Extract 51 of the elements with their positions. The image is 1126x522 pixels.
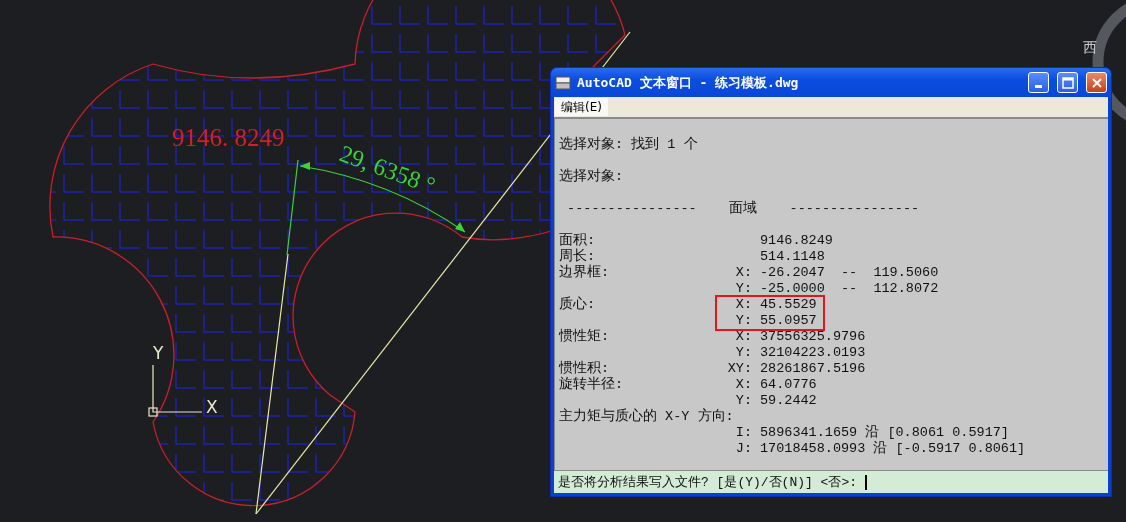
property-label: 周长: — [559, 249, 597, 264]
property-value: 32104223.0193 — [760, 345, 866, 361]
axis-label: I: — [734, 425, 752, 441]
prompt-text: 是否将分析结果写入文件? [是(Y)/否(N)] <否>: — [558, 474, 858, 491]
property-value: 37556325.9796 — [760, 329, 866, 345]
axis-label: Y: — [734, 393, 752, 409]
maximize-icon — [1061, 76, 1074, 89]
axis-label: Y — [153, 343, 164, 363]
axis-label: Y: — [734, 345, 752, 361]
output-line: ---------------- 面域 ---------------- — [566, 201, 920, 217]
property-value: 55.0957 — [760, 313, 817, 329]
property-label: 边界框: — [559, 265, 611, 281]
property-value: -25.0000 -- 112.8072 — [760, 281, 939, 297]
property-label: 面积: — [559, 233, 597, 248]
property-label: 惯性积: — [559, 361, 611, 376]
minimize-button[interactable] — [1028, 72, 1049, 93]
output-line: 选择对象: 找到 1 个 — [559, 137, 698, 153]
axis-label: Y: — [734, 313, 752, 329]
maximize-button[interactable] — [1057, 72, 1078, 93]
property-value: 59.2442 — [760, 393, 817, 409]
axis-label: X: — [734, 329, 752, 345]
close-button[interactable] — [1086, 72, 1107, 93]
axis-label: X: — [734, 265, 752, 281]
property-value: 514.1148 — [760, 249, 825, 265]
minimize-icon — [1035, 85, 1042, 88]
compass-label: 西 — [1083, 39, 1097, 55]
property-value: 5896341.1659 沿 [0.8061 0.5917] — [760, 425, 1009, 441]
output-line: 选择对象: — [559, 169, 624, 185]
axis-label: Y: — [734, 281, 752, 297]
app-icon — [555, 75, 571, 90]
ucs-icon — [148, 364, 203, 417]
close-icon — [1090, 76, 1103, 89]
angle-text: 29, 6358 ° — [336, 140, 439, 199]
property-value: 9146.8249 — [760, 233, 833, 249]
property-label: 旋转半径: — [559, 377, 625, 393]
property-value: 64.0776 — [760, 377, 817, 393]
property-value: 28261867.5196 — [760, 361, 866, 377]
property-value: -26.2047 -- 119.5060 — [760, 265, 939, 281]
axis-label: X — [206, 397, 218, 417]
axis-label: XY: — [726, 361, 752, 377]
window-title: AutoCAD 文本窗口 - 练习模板.dwg — [577, 73, 800, 92]
property-value: 45.5529 — [760, 297, 817, 313]
menu-item[interactable]: 编辑(E) — [555, 98, 608, 116]
axis-label: X: — [734, 377, 752, 393]
axis-label: X: — [734, 297, 752, 313]
text-cursor — [865, 474, 868, 490]
property-label: 惯性矩: — [559, 329, 611, 345]
property-label: 质心: — [559, 297, 596, 313]
output-line: 主力矩与质心的 X-Y 方向: — [559, 409, 734, 425]
axis-label: J: — [734, 441, 752, 457]
property-value: 17018458.0993 沿 [-0.5917 0.8061] — [760, 441, 1026, 457]
